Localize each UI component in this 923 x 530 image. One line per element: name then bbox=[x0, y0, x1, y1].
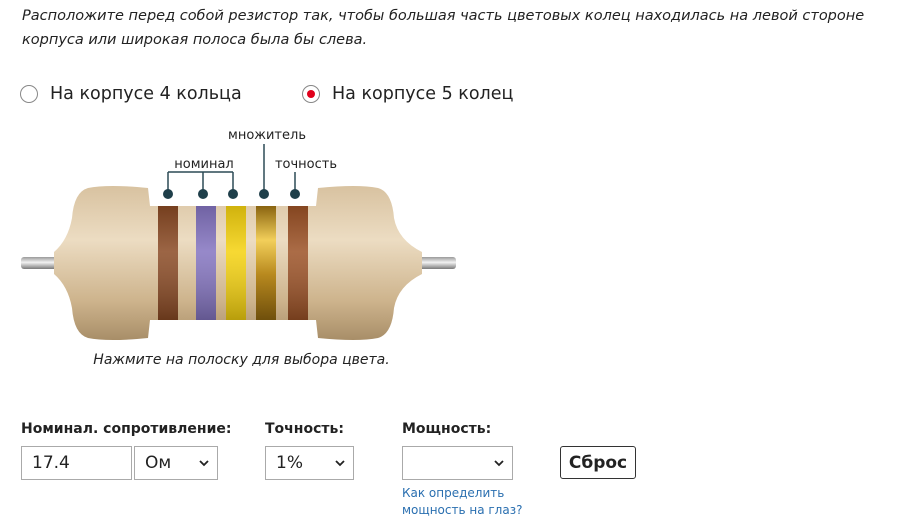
radio-5-bands[interactable]: На корпусе 5 колец bbox=[302, 84, 513, 104]
band-dot-3 bbox=[228, 189, 238, 199]
unit-select[interactable]: Ом bbox=[134, 446, 218, 480]
tolerance-select[interactable]: 1% bbox=[265, 446, 354, 480]
radio-5-bands-label[interactable]: На корпусе 5 колец bbox=[332, 84, 513, 104]
radio-selected-dot bbox=[307, 90, 315, 98]
tolerance-select-value: 1% bbox=[276, 453, 303, 473]
reset-button[interactable]: Сброс bbox=[560, 446, 636, 479]
label-tolerance: точность bbox=[275, 157, 337, 172]
chevron-down-icon bbox=[199, 460, 209, 467]
band-dot-2 bbox=[198, 189, 208, 199]
power-label: Мощность: bbox=[402, 421, 492, 437]
band-dot-4 bbox=[259, 189, 269, 199]
instruction-text: Расположите перед собой резистор так, чт… bbox=[22, 8, 865, 48]
chevron-down-icon bbox=[335, 460, 345, 467]
band-digit-3[interactable] bbox=[226, 206, 246, 320]
power-select[interactable] bbox=[402, 446, 513, 480]
band-tolerance[interactable] bbox=[288, 206, 308, 320]
radio-4-bands[interactable]: На корпусе 4 кольца bbox=[20, 84, 242, 104]
unit-select-value: Ом bbox=[145, 453, 172, 473]
resistor-caption: Нажмите на полоску для выбора цвета. bbox=[93, 352, 390, 368]
label-multiplier: множитель bbox=[228, 128, 306, 143]
band-multiplier[interactable] bbox=[256, 206, 276, 320]
chevron-down-icon bbox=[494, 460, 504, 467]
radio-4-bands-label[interactable]: На корпусе 4 кольца bbox=[50, 84, 242, 104]
resistor-diagram: номинал множитель точность bbox=[21, 128, 456, 340]
band-digit-2[interactable] bbox=[196, 206, 216, 320]
radio-5-bands-circle[interactable] bbox=[302, 85, 320, 103]
nominal-value-input[interactable]: 17.4 bbox=[21, 446, 132, 480]
radio-4-bands-circle[interactable] bbox=[20, 85, 38, 103]
band-dot-1 bbox=[163, 189, 173, 199]
power-help-link[interactable]: Как определить мощность на глаз? bbox=[402, 485, 542, 519]
nominal-label: Номинал. сопротивление: bbox=[21, 421, 232, 437]
band-digit-1[interactable] bbox=[158, 206, 178, 320]
label-nominal: номинал bbox=[174, 157, 233, 172]
tolerance-label: Точность: bbox=[265, 421, 344, 437]
band-dot-5 bbox=[290, 189, 300, 199]
